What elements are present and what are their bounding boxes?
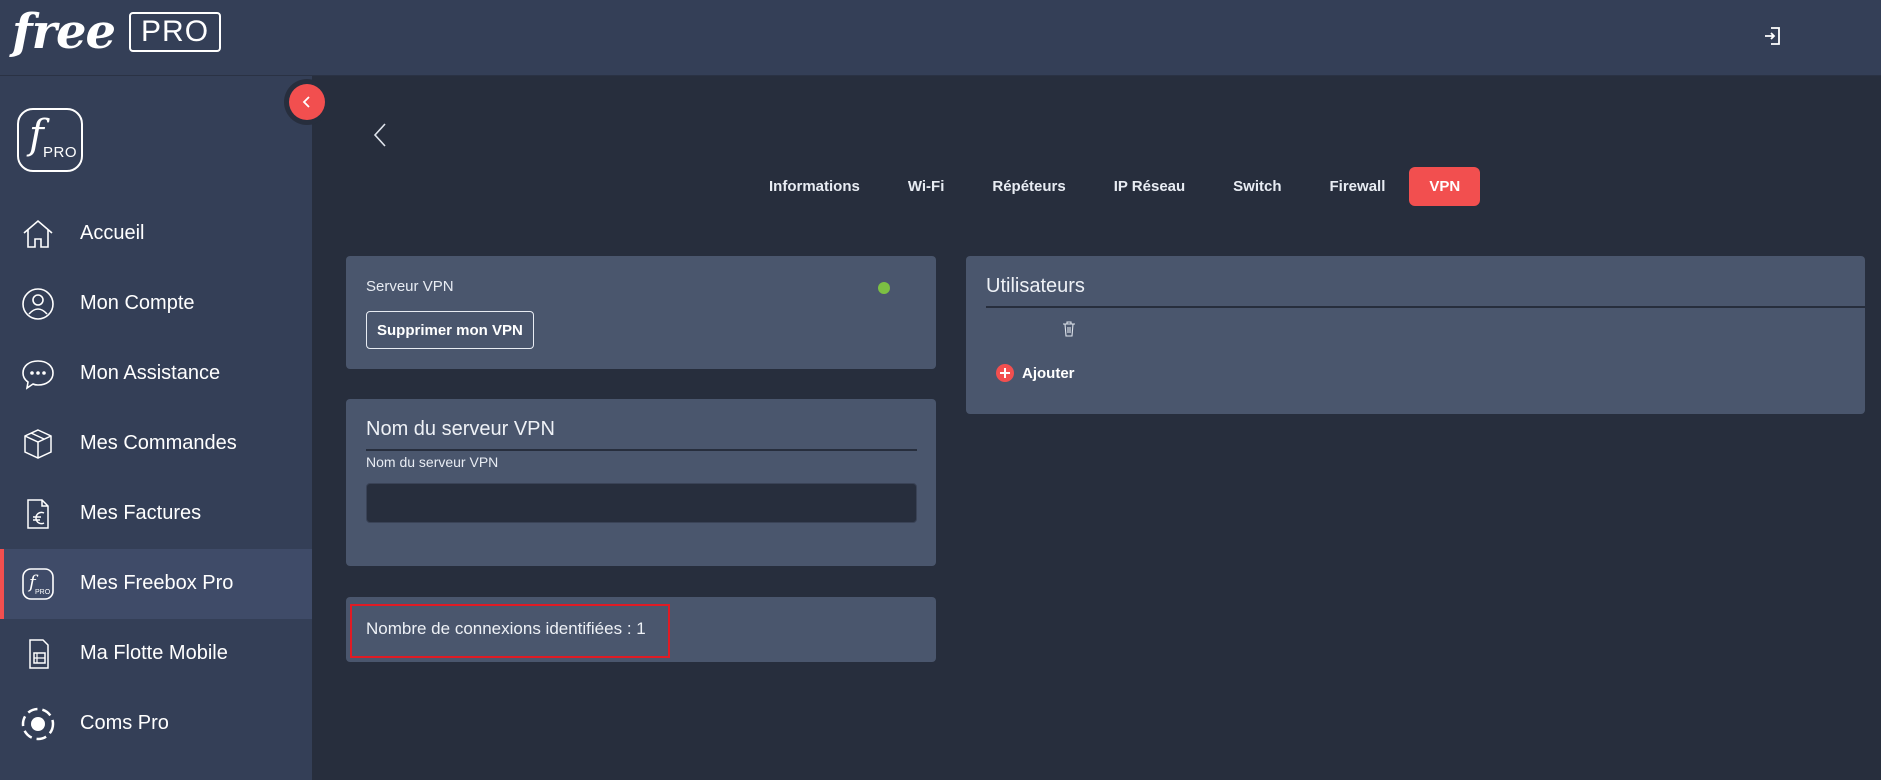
- users-card: Utilisateurs Ajouter: [966, 256, 1866, 414]
- sidebar-item-label: Mes Commandes: [80, 432, 237, 454]
- section-divider: [366, 449, 917, 451]
- sim-card-icon: [29, 639, 49, 669]
- sidebar-item-label: Mes Factures: [80, 502, 202, 524]
- svg-text:PRO: PRO: [35, 589, 51, 596]
- tab-informations[interactable]: Informations: [745, 167, 884, 206]
- sidebar-item-mes-freebox-pro[interactable]: f PRO Mes Freebox Pro: [0, 549, 312, 619]
- home-icon: [23, 219, 53, 248]
- sidebar-item-label: Mon Assistance: [80, 362, 221, 384]
- freebox-pro-icon: f PRO: [22, 568, 54, 600]
- vpn-server-name-card: Nom du serveur VPN Nom du serveur VPN: [346, 399, 936, 566]
- delete-vpn-button[interactable]: Supprimer mon VPN: [366, 311, 534, 349]
- sidebar-item-label: Coms Pro: [80, 712, 169, 734]
- server-name-input[interactable]: [366, 483, 917, 523]
- trash-icon[interactable]: [1062, 321, 1076, 337]
- tab-ip-reseau[interactable]: IP Réseau: [1090, 167, 1209, 206]
- add-user-button[interactable]: Ajouter: [996, 364, 1075, 382]
- logo-letter: f: [29, 112, 44, 158]
- sidebar-item-mes-commandes[interactable]: Mes Commandes: [0, 409, 312, 479]
- plus-icon: [996, 364, 1014, 382]
- coms-pro-icon: [21, 707, 55, 741]
- section-title: Utilisateurs: [986, 275, 1085, 297]
- back-chevron-icon[interactable]: [372, 122, 388, 148]
- logout-icon[interactable]: [1762, 25, 1784, 47]
- sidebar-item-mon-compte[interactable]: Mon Compte: [0, 269, 312, 339]
- vpn-server-card: Serveur VPN Supprimer mon VPN: [346, 256, 936, 369]
- sidebar-item-label: Mon Compte: [80, 292, 195, 314]
- tab-vpn[interactable]: VPN: [1409, 167, 1481, 206]
- server-name-field-label: Nom du serveur VPN: [366, 454, 499, 470]
- vpn-server-label: Serveur VPN: [366, 278, 454, 295]
- connections-card: Nombre de connexions identifiées : 1: [346, 597, 936, 662]
- add-user-label: Ajouter: [1022, 364, 1075, 382]
- sidebar-item-accueil[interactable]: Accueil: [0, 199, 312, 269]
- logo-text: PRO: [43, 144, 78, 161]
- user-icon: [22, 288, 54, 320]
- sidebar-item-label: Accueil: [80, 222, 145, 244]
- collapse-sidebar-button[interactable]: [284, 79, 330, 125]
- freebox-pro-logo: f PRO: [17, 108, 83, 172]
- vpn-status-indicator: [878, 282, 890, 294]
- sidebar-item-coms-pro[interactable]: Coms Pro: [0, 689, 312, 759]
- section-title: Nom du serveur VPN: [366, 418, 555, 440]
- top-bar: free PRO: [0, 0, 1881, 76]
- tab-wifi[interactable]: Wi-Fi: [884, 167, 969, 206]
- sidebar-item-ma-flotte-mobile[interactable]: Ma Flotte Mobile: [0, 619, 312, 689]
- sidebar-item-mon-assistance[interactable]: Mon Assistance: [0, 339, 312, 409]
- chat-icon: [22, 360, 54, 390]
- tab-repeteurs[interactable]: Répéteurs: [968, 167, 1089, 206]
- tab-switch[interactable]: Switch: [1209, 167, 1305, 206]
- connections-count: Nombre de connexions identifiées : 1: [366, 619, 646, 638]
- brand-word: free: [12, 4, 116, 60]
- chevron-left-icon: [302, 96, 310, 108]
- tab-firewall[interactable]: Firewall: [1306, 167, 1410, 206]
- invoice-euro-icon: [27, 499, 49, 529]
- freebox-tabs: Informations Wi-Fi Répéteurs IP Réseau S…: [745, 167, 1481, 206]
- sidebar-item-label: Mes Freebox Pro: [80, 572, 234, 594]
- sidebar-item-label: Ma Flotte Mobile: [80, 642, 228, 664]
- brand-logo[interactable]: free PRO: [12, 4, 222, 60]
- section-divider: [986, 306, 1866, 308]
- box-icon: [24, 429, 52, 459]
- brand-badge: PRO: [129, 12, 222, 52]
- sidebar-item-mes-factures[interactable]: Mes Factures: [0, 479, 312, 549]
